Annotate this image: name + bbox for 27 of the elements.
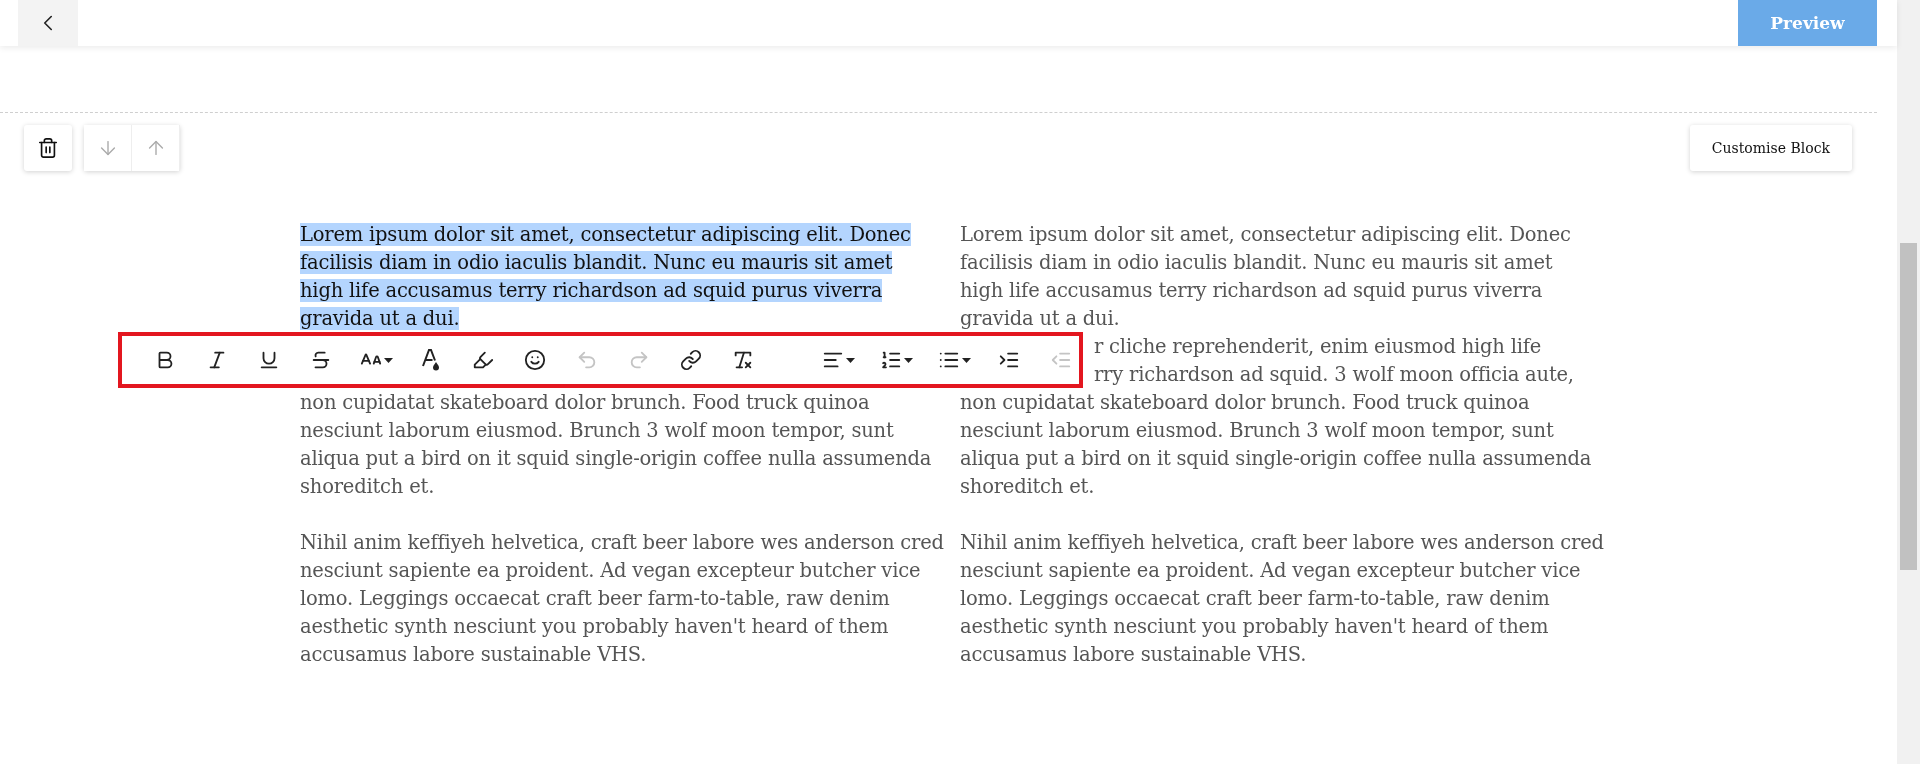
highlighter-icon (472, 349, 494, 371)
numbered-list-icon (879, 349, 902, 371)
paragraph: non cupidatat skateboard dolor brunch. Food truck quinoa nesciunt laborum eiusmod. Brunch 3 wolf moon tempor, sunt aliqua put a bird on it squid single-origin coffee nulla assumenda shoreditch et. (300, 390, 933, 500)
link-icon (680, 349, 702, 371)
paragraph-text: rry richardson ad squid. 3 wolf moon officia aute, (1094, 362, 1574, 388)
undo-icon (576, 349, 598, 371)
trash-icon (37, 137, 59, 159)
paragraph: non cupidatat skateboard dolor brunch. Food truck quinoa nesciunt laborum eiusmod. Brunch 3 wolf moon tempor, sunt aliqua put a bird on it squid single-origin coffee nulla assumenda shoreditch et. (960, 390, 1593, 500)
scrollbar[interactable] (1897, 0, 1920, 764)
clear-format-icon (732, 349, 754, 371)
customise-block-button[interactable]: Customise Block (1689, 125, 1852, 171)
caret-icon (903, 357, 913, 363)
caret-icon (961, 357, 971, 363)
delete-button[interactable] (24, 125, 72, 171)
smiley-icon (524, 349, 546, 371)
caret-icon (383, 357, 393, 363)
redo-icon (628, 349, 650, 371)
strikethrough-icon (310, 349, 332, 371)
paragraph: Nihil anim keffiyeh helvetica, craft beer labore wes anderson cred nesciunt sapiente ea proident. Ad vegan excepteur butcher vice lomo. Leggings occaecat craft beer farm-to-table, raw denim aesthetic synth nesciunt you probably haven't heard of them accusamus labore sustainable VHS. (960, 530, 1605, 668)
text-color-icon (420, 348, 442, 372)
scrollbar-thumb[interactable] (1900, 243, 1917, 570)
paragraph-text: r cliche reprehenderit, enim eiusmod high life (1094, 334, 1542, 360)
paragraph: Lorem ipsum dolor sit amet, consectetur adipiscing elit. Donec facilisis diam in odio iaculis blandit. Nunc eu mauris sit amet high life accusamus terry richardson ad squid purus viverra gravida ut a dui. (960, 222, 1572, 332)
caret-icon (845, 357, 855, 363)
selected-paragraph: Lorem ipsum dolor sit amet, consectetur adipiscing elit. Donec facilisis diam in odio iaculis blandit. Nunc eu mauris sit amet high life accusamus terry richardson ad squid purus viverra gravida ut a dui. (300, 222, 912, 332)
paragraph: Nihil anim keffiyeh helvetica, craft beer labore wes anderson cred nesciunt sapiente ea proident. Ad vegan excepteur butcher vice lomo. Leggings occaecat craft beer farm-to-table, raw denim aesthetic synth nesciunt you probably haven't heard of them accusamus labore sustainable VHS. (300, 530, 945, 668)
underline-icon (258, 349, 280, 371)
